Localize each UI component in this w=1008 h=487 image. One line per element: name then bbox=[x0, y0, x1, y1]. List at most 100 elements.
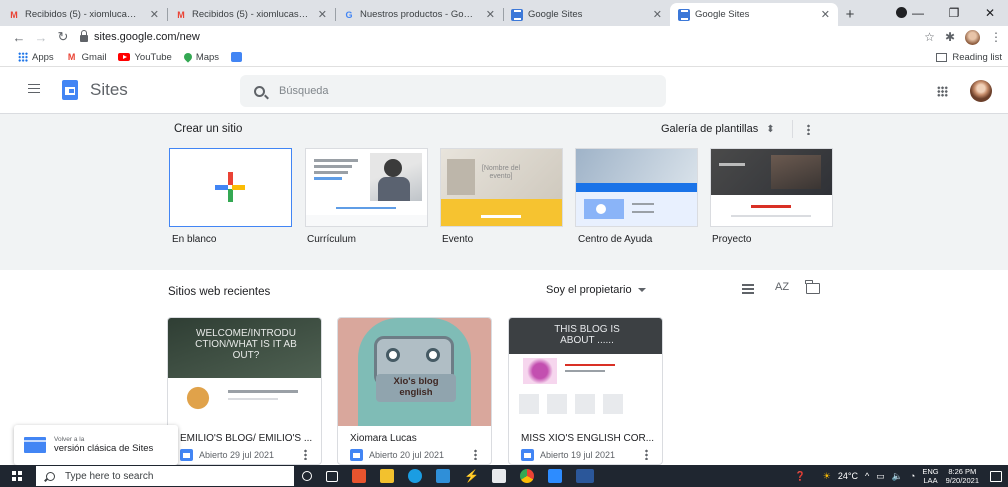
menu-icon[interactable]: ⋮ bbox=[990, 30, 1002, 44]
search-icon bbox=[46, 471, 55, 481]
recent-site-card-miss-xio[interactable]: THIS BLOG IS ABOUT ...... MISS XIO'S ENG… bbox=[508, 317, 663, 465]
star-icon[interactable]: ☆ bbox=[924, 30, 935, 44]
lang-bottom: LAA bbox=[923, 476, 938, 485]
site-thumbnail: THIS BLOG IS ABOUT ...... bbox=[509, 318, 662, 426]
bookmark-blue-icon bbox=[231, 52, 243, 62]
help-icon[interactable]: ❓ bbox=[795, 471, 806, 482]
restore-icon[interactable]: ❐ bbox=[936, 6, 972, 20]
volume-icon[interactable]: 🔈 bbox=[892, 471, 903, 482]
lightning-app-icon[interactable]: ⚡ bbox=[464, 469, 479, 483]
bookmark-gmail[interactable]: M Gmail bbox=[66, 51, 107, 63]
minimize-icon[interactable]: — bbox=[900, 6, 936, 20]
event-thumb-text: [Nombre del evento] bbox=[481, 165, 521, 180]
close-icon[interactable]: ✕ bbox=[653, 8, 662, 21]
create-site-section: Crear un sitio Galería de plantillas ⬍ E… bbox=[0, 114, 1008, 270]
sort-az-icon[interactable]: AZ bbox=[775, 281, 789, 293]
classic-small-label: Volver a la bbox=[54, 436, 85, 443]
reload-icon[interactable]: ↻ bbox=[52, 29, 74, 45]
create-site-title: Crear un sitio bbox=[174, 123, 243, 135]
close-window-icon[interactable]: ✕ bbox=[972, 6, 1008, 20]
template-blank[interactable] bbox=[169, 148, 292, 227]
close-icon[interactable]: ✕ bbox=[318, 8, 327, 21]
office-icon[interactable] bbox=[352, 469, 366, 483]
search-icon[interactable] bbox=[254, 85, 265, 97]
site-thumb-text: THIS BLOG IS ABOUT ...... bbox=[554, 324, 620, 346]
bookmark-maps[interactable]: Maps bbox=[182, 51, 220, 63]
bookmark-label: Apps bbox=[32, 51, 54, 63]
sites-logo-icon bbox=[62, 80, 78, 100]
chrome-icon[interactable] bbox=[520, 469, 534, 483]
list-view-icon[interactable] bbox=[742, 284, 754, 294]
battery-icon[interactable]: ▭ bbox=[876, 471, 885, 482]
language-indicator[interactable]: ENG LAA bbox=[922, 467, 938, 485]
tab-strip: M Recibidos (5) - xiomlucas@g ✕ M Recibi… bbox=[0, 0, 1008, 26]
window-controls: — ❐ ✕ bbox=[900, 0, 1008, 26]
browser-tab-google-products[interactable]: G Nuestros productos - Google ✕ bbox=[335, 3, 503, 26]
reading-list-button[interactable]: Reading list bbox=[936, 48, 1002, 67]
template-gallery-toggle[interactable]: Galería de plantillas ⬍ bbox=[661, 123, 775, 135]
recent-site-card-xiomara[interactable]: Xio's blog english Xiomara Lucas Abierto… bbox=[337, 317, 492, 465]
system-tray: ❓ ☀ 24°C ^ ▭ 🔈 ◔ ENG LAA 8:26 PM 9/20/20… bbox=[795, 465, 1008, 487]
tab-title: Recibidos (5) - xiomlucas@g bbox=[192, 9, 309, 20]
bookmark-extra[interactable] bbox=[231, 52, 243, 62]
more-options-icon[interactable] bbox=[474, 449, 477, 460]
close-icon[interactable]: ✕ bbox=[150, 8, 159, 21]
browser-tab-sites-1[interactable]: Google Sites ✕ bbox=[503, 3, 670, 26]
template-help-center[interactable] bbox=[575, 148, 698, 227]
windows-start-icon[interactable] bbox=[12, 471, 22, 481]
store-icon[interactable] bbox=[492, 469, 506, 483]
clock[interactable]: 8:26 PM 9/20/2021 bbox=[946, 467, 979, 485]
more-options-icon[interactable] bbox=[807, 124, 810, 135]
site-thumbnail: WELCOME/INTRODUCTION/WHAT IS IT ABOUT? bbox=[168, 318, 321, 426]
address-bar[interactable]: sites.google.com/new bbox=[80, 30, 200, 43]
back-icon[interactable]: ← bbox=[8, 30, 30, 45]
site-opened-date: Abierto 20 jul 2021 bbox=[369, 450, 445, 460]
cortana-icon[interactable] bbox=[302, 471, 312, 481]
task-view-icon[interactable] bbox=[326, 470, 338, 482]
folder-icon[interactable] bbox=[805, 280, 820, 294]
mail-icon[interactable] bbox=[436, 469, 450, 483]
gmail-icon: M bbox=[177, 9, 185, 20]
search-input[interactable] bbox=[279, 85, 579, 97]
notifications-icon[interactable] bbox=[990, 470, 1002, 482]
template-curriculum[interactable] bbox=[305, 148, 428, 227]
windows-taskbar: Type here to search ⚡ ❓ ☀ 24°C ^ ▭ 🔈 ◔ E… bbox=[0, 465, 1008, 487]
weather-icon[interactable]: ☀ bbox=[823, 471, 831, 482]
extensions-icon[interactable]: ✱ bbox=[945, 30, 955, 44]
profile-avatar[interactable] bbox=[965, 29, 980, 45]
search-box[interactable] bbox=[240, 75, 666, 107]
more-options-icon[interactable] bbox=[645, 449, 648, 460]
google-apps-icon[interactable] bbox=[937, 86, 948, 97]
tab-title: Recibidos (5) - xiomlucas@g bbox=[25, 9, 141, 20]
wifi-icon[interactable]: ◔ bbox=[910, 471, 915, 481]
more-options-icon[interactable] bbox=[304, 449, 307, 460]
bookmark-youtube[interactable]: YouTube bbox=[118, 52, 172, 63]
site-meta: Abierto 29 jul 2021 bbox=[180, 449, 274, 461]
zoom-icon[interactable] bbox=[548, 469, 562, 483]
bookmark-apps[interactable]: Apps bbox=[18, 52, 54, 63]
chevron-up-icon[interactable]: ^ bbox=[865, 471, 869, 481]
browser-tab-sites-active[interactable]: Google Sites ✕ bbox=[670, 3, 838, 26]
word-icon[interactable] bbox=[576, 469, 594, 483]
template-label: Currículum bbox=[307, 234, 356, 245]
browser-tab-gmail-1[interactable]: M Recibidos (5) - xiomlucas@g ✕ bbox=[0, 3, 167, 26]
close-icon[interactable]: ✕ bbox=[486, 8, 495, 21]
taskbar-search[interactable]: Type here to search bbox=[36, 466, 294, 486]
close-icon[interactable]: ✕ bbox=[821, 8, 830, 21]
recent-site-card-emilio[interactable]: WELCOME/INTRODUCTION/WHAT IS IT ABOUT? E… bbox=[167, 317, 322, 465]
recent-sites-title: Sitios web recientes bbox=[168, 286, 271, 298]
template-project[interactable] bbox=[710, 148, 833, 227]
sites-icon bbox=[350, 449, 363, 461]
edge-icon[interactable] bbox=[408, 469, 422, 483]
hamburger-menu-icon[interactable] bbox=[28, 84, 40, 93]
bookmark-label: Maps bbox=[195, 51, 220, 63]
template-event[interactable]: [Nombre del evento] bbox=[440, 148, 563, 227]
weather-temp[interactable]: 24°C bbox=[838, 471, 858, 481]
classic-sites-link[interactable]: Volver a la versión clásica de Sites bbox=[14, 425, 178, 465]
file-explorer-icon[interactable] bbox=[380, 469, 394, 483]
owner-filter-dropdown[interactable]: Soy el propietario bbox=[546, 284, 646, 296]
browser-tab-gmail-2[interactable]: M Recibidos (5) - xiomlucas@g ✕ bbox=[167, 3, 335, 26]
new-tab-button[interactable]: + bbox=[838, 3, 862, 26]
account-avatar[interactable] bbox=[970, 80, 992, 102]
forward-icon[interactable]: → bbox=[30, 30, 52, 45]
